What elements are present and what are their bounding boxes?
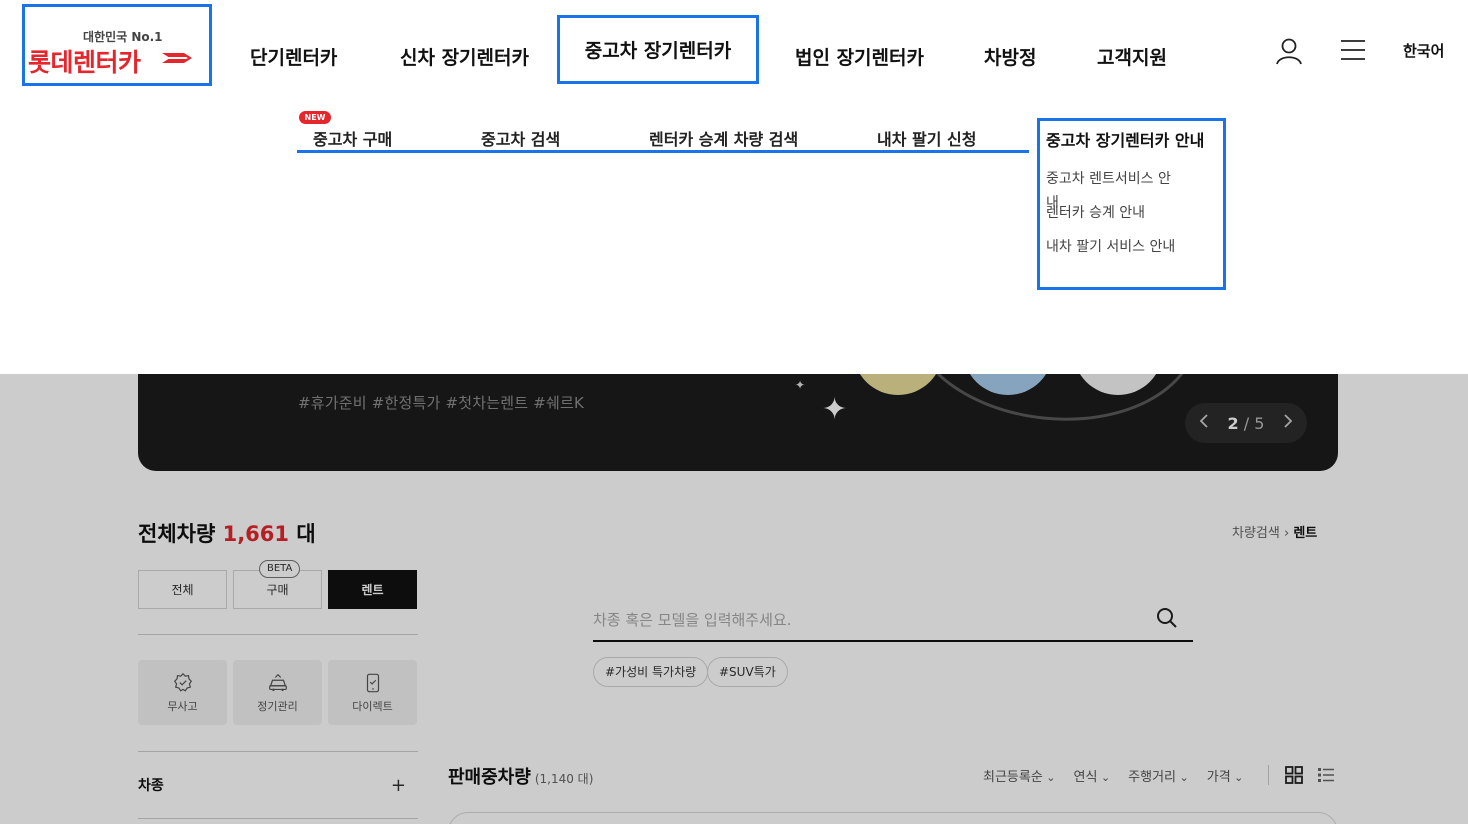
submenu-succession-search[interactable]: 렌터카 승계 차량 검색: [649, 126, 798, 150]
submenu-underline: [297, 150, 1029, 153]
guide-menu-group: 중고차 장기렌터카 안내 중고차 렌트서비스 안내 렌터카 승계 안내 내차 팔…: [1037, 118, 1226, 290]
new-badge: NEW: [299, 111, 331, 124]
nav-short-term-rental[interactable]: 단기렌터카: [250, 43, 337, 70]
nav-used-car-long-term[interactable]: 중고차 장기렌터카: [557, 15, 759, 84]
submenu-used-car-search[interactable]: 중고차 검색: [481, 126, 560, 150]
user-icon[interactable]: [1274, 36, 1304, 66]
nav-corporate-long-term[interactable]: 법인 장기렌터카: [795, 43, 924, 70]
nav-customer-support[interactable]: 고객지원: [1097, 43, 1167, 70]
submenu-sell-my-car[interactable]: 내차 팔기 신청: [877, 126, 976, 150]
nav-new-car-long-term[interactable]: 신차 장기렌터카: [400, 43, 529, 70]
logo-arrow-icon: [162, 53, 192, 63]
guide-link-succession[interactable]: 렌터카 승계 안내: [1046, 201, 1176, 225]
guide-link-sell-service[interactable]: 내차 팔기 서비스 안내: [1046, 235, 1176, 259]
nav-used-car-long-term-label: 중고차 장기렌터카: [584, 40, 732, 62]
logo-name: 롯데렌터카: [28, 48, 141, 77]
language-selector[interactable]: 한국어: [1403, 40, 1444, 61]
mega-menu-header: 대한민국 No.1 롯데렌터카 단기렌터카 신차 장기렌터카 중고차 장기렌터카…: [0, 0, 1468, 374]
hamburger-menu-icon[interactable]: [1340, 38, 1366, 62]
nav-chabangjeong[interactable]: 차방정: [984, 43, 1036, 70]
logo[interactable]: 대한민국 No.1 롯데렌터카: [22, 4, 212, 86]
guide-menu-title[interactable]: 중고차 장기렌터카 안내: [1046, 127, 1204, 151]
submenu-used-car-buy[interactable]: 중고차 구매: [313, 126, 392, 150]
